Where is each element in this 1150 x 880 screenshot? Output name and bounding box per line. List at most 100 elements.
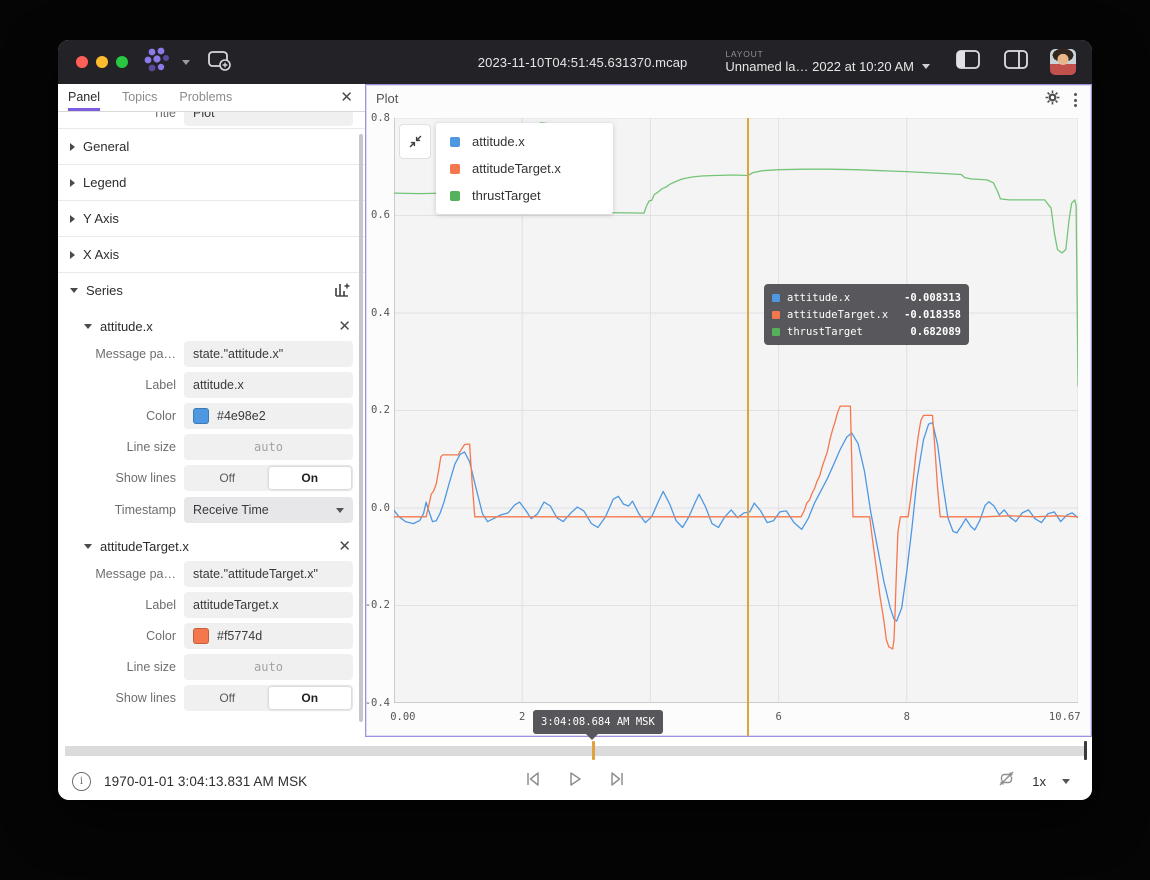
section-legend[interactable]: Legend [58,164,365,200]
user-avatar[interactable] [1050,49,1076,75]
scrubber-end-marker[interactable] [1084,741,1087,760]
x-axis-tick-label: 6 [775,711,781,723]
series-color-swatch [450,191,460,201]
timestamp-select[interactable]: Receive Time [184,497,353,523]
legend-collapse-button[interactable] [399,124,431,159]
field-color: Color #4e98e2 [58,403,365,429]
field-color: Color #f5774d [58,623,365,649]
speed-chevron-icon[interactable] [1062,779,1070,784]
tab-problems[interactable]: Problems [179,84,232,111]
line-size-input[interactable]: auto [184,434,353,460]
field-label: Label attitude.x [58,372,365,398]
play-button[interactable] [565,769,585,794]
close-window-button[interactable] [76,56,88,68]
x-axis-tick-label: 8 [904,711,910,723]
series-header-attitude-target-x[interactable]: attitudeTarget.x ✕ [58,531,365,561]
playback-speed[interactable]: 1x [1032,774,1046,789]
playhead-line[interactable] [747,118,749,736]
layout-selector[interactable]: LAYOUT Unnamed la… 2022 at 10:20 AM [725,50,930,74]
series-color-swatch [450,137,460,147]
title-field-input[interactable]: Plot [184,112,353,126]
message-path-input[interactable]: state."attitudeTarget.x" [184,561,353,587]
show-lines-off[interactable]: Off [186,687,269,709]
foxglove-logo-icon[interactable] [142,47,176,78]
seek-backward-button[interactable] [523,769,543,794]
scrubber-track[interactable] [65,746,1086,756]
section-y-axis[interactable]: Y Axis [58,200,365,236]
x-axis-tick-label: 2 [519,711,525,723]
layout-chevron-icon [922,64,930,69]
y-axis-tick-label: 0.8 [360,112,390,124]
zoom-window-button[interactable] [116,56,128,68]
title-field-row-clipped: Title Plot [58,112,365,128]
section-x-axis[interactable]: X Axis [58,236,365,272]
sidebar-tabbar: Panel Topics Problems ✕ [58,84,365,112]
color-input[interactable]: #f5774d [184,623,353,649]
legend-item-attitude-target-x[interactable]: attitudeTarget.x [436,155,613,182]
field-label: Label attitudeTarget.x [58,592,365,618]
series-color-swatch [450,164,460,174]
add-series-icon[interactable] [334,281,351,301]
chevron-down-icon [84,324,92,329]
playback-scrubber [58,737,1092,762]
chevron-down-icon [70,288,78,293]
app-menu-chevron-icon[interactable] [182,60,190,65]
y-axis-tick-label: 0.4 [360,307,390,319]
color-swatch[interactable] [193,628,209,644]
panel-menu-kebab-icon[interactable] [1072,91,1079,109]
sidebar-scrollbar[interactable] [359,134,363,722]
field-message-path: Message pa… state."attitude.x" [58,341,365,367]
line-size-input[interactable]: auto [184,654,353,680]
chevron-down-icon [336,508,344,513]
chevron-right-icon [70,251,75,259]
series-header-attitude-x[interactable]: attitude.x ✕ [58,311,365,341]
section-general[interactable]: General [58,128,365,164]
panel-settings-gear-icon[interactable] [1045,90,1060,110]
series-color-swatch [772,294,780,302]
field-message-path: Message pa… state."attitudeTarget.x" [58,561,365,587]
label-input[interactable]: attitude.x [184,372,353,398]
settings-sidebar: Panel Topics Problems ✕ Title Plot Gener… [58,84,365,737]
seek-forward-button[interactable] [607,769,627,794]
traffic-lights [76,56,128,68]
label-input[interactable]: attitudeTarget.x [184,592,353,618]
chevron-down-icon [84,544,92,549]
sidebar-close-icon[interactable]: ✕ [340,90,353,105]
field-line-size: Line size auto [58,434,365,460]
x-axis-tick-label: 0.00 [390,711,415,723]
color-swatch[interactable] [193,408,209,424]
section-series[interactable]: Series [58,272,365,308]
show-lines-on[interactable]: On [269,467,352,489]
left-sidebar-toggle-icon[interactable] [956,50,980,74]
y-axis-tick-label: 0.0 [360,502,390,514]
remove-series-icon[interactable]: ✕ [338,319,351,334]
tab-topics[interactable]: Topics [122,84,157,111]
legend-item-attitude-x[interactable]: attitude.x [436,128,613,155]
minimize-window-button[interactable] [96,56,108,68]
chevron-right-icon [70,179,75,187]
remove-series-icon[interactable]: ✕ [338,539,351,554]
tooltip-row: thrustTarget 0.682089 [772,323,961,340]
info-icon[interactable]: i [72,772,91,791]
tooltip-row: attitude.x -0.008313 [772,289,961,306]
repeat-off-icon[interactable] [997,769,1016,793]
color-input[interactable]: #4e98e2 [184,403,353,429]
tab-panel[interactable]: Panel [68,84,100,111]
y-axis-tick-label: 0.6 [360,209,390,221]
window-titlebar: 2023-11-10T04:51:45.631370.mcap LAYOUT U… [58,40,1092,84]
panel-title: Plot [376,91,398,106]
plot-panel[interactable]: Plot 0.80.60.40.20.0-0.2-0.40.00246810.6… [365,84,1092,737]
right-sidebar-toggle-icon[interactable] [1004,50,1028,74]
field-show-lines: Show lines Off On [58,685,365,711]
add-panel-icon[interactable] [206,48,232,77]
playback-controls-bar: i 1970-01-01 3:04:13.831 AM MSK [58,762,1092,800]
chevron-right-icon [70,215,75,223]
show-lines-on[interactable]: On [269,687,352,709]
legend-item-thrust-target[interactable]: thrustTarget [436,182,613,209]
message-path-input[interactable]: state."attitude.x" [184,341,353,367]
data-tooltip: attitude.x -0.008313 attitudeTarget.x -0… [764,284,969,345]
x-axis-tick-label: 10.67 [1049,711,1081,723]
layout-name: Unnamed la… 2022 at 10:20 AM [725,60,914,74]
show-lines-off[interactable]: Off [186,467,269,489]
field-line-size: Line size auto [58,654,365,680]
